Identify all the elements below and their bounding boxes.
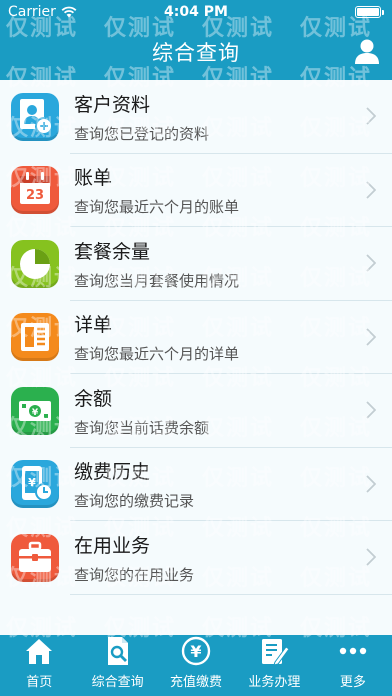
- page-title: 综合查询: [152, 41, 240, 65]
- battery-icon: [355, 6, 384, 18]
- tab-more[interactable]: 更多: [314, 635, 392, 696]
- chevron-right-icon: [366, 474, 376, 493]
- status-bar: Carrier 4:04 PM: [0, 0, 392, 24]
- svg-text:¥: ¥: [28, 476, 36, 489]
- list-item[interactable]: 套餐余量 查询您当月套餐使用情况: [0, 227, 392, 301]
- carrier-name: Carrier: [8, 4, 56, 20]
- chevron-right-icon: [366, 327, 376, 346]
- list-item[interactable]: 23 账单 查询您最近六个月的账单: [0, 154, 392, 227]
- list-item-texts: 余额 查询您当前话费余额: [74, 384, 209, 438]
- yuan-icon: ¥: [180, 635, 212, 667]
- query-list: 客户资料 查询您已登记的资料 23 账单 查询您最近六个月的账单 套餐余量 查询…: [0, 80, 392, 635]
- list-item-title: 套餐余量: [74, 240, 151, 263]
- row-divider: [70, 593, 392, 595]
- list-item-texts: 缴费历史 查询您的缴费记录: [74, 457, 194, 511]
- svg-text:¥: ¥: [190, 642, 201, 661]
- tab-yuan[interactable]: ¥ 充值缴费: [157, 635, 235, 696]
- chevron-right-icon: [366, 107, 376, 125]
- svg-text:¥: ¥: [32, 408, 39, 418]
- tab-label: 综合查询: [91, 675, 144, 690]
- chevron-right-icon: [366, 548, 376, 566]
- list-item-texts: 账单 查询您最近六个月的账单: [74, 163, 239, 217]
- list-item-subtitle: 查询您当前话费余额: [74, 418, 210, 437]
- wifi-icon: [61, 6, 77, 18]
- query-icon: [102, 635, 134, 667]
- tab-label: 充值缴费: [170, 675, 223, 690]
- list-item-subtitle: 查询您的在用业务: [74, 565, 195, 584]
- list-item-title: 余额: [74, 387, 113, 410]
- battery-fill: [357, 8, 379, 16]
- tab-bar: 首页 综合查询 ¥ 充值缴费 业务办理 更多: [0, 635, 392, 696]
- tab-home[interactable]: 首页: [0, 635, 78, 696]
- profile-icon: [11, 92, 59, 141]
- list-item-title: 在用业务: [74, 534, 151, 557]
- payment-history-icon: ¥: [11, 460, 59, 509]
- tab-edit[interactable]: 业务办理: [235, 635, 313, 696]
- svg-text:23: 23: [26, 188, 44, 203]
- more-icon: [337, 635, 369, 667]
- carrier-group: Carrier: [8, 4, 77, 20]
- tab-query[interactable]: 综合查询: [78, 635, 156, 696]
- list-item-texts: 客户资料 查询您已登记的资料: [74, 90, 209, 144]
- list-item-texts: 在用业务 查询您的在用业务: [74, 531, 194, 585]
- list-item-title: 缴费历史: [74, 461, 151, 484]
- list-item-texts: 详单 查询您最近六个月的详单: [74, 310, 239, 364]
- tab-label: 首页: [26, 675, 53, 690]
- edit-icon: [258, 635, 291, 667]
- document-icon: [11, 313, 59, 362]
- user-icon[interactable]: [352, 36, 382, 66]
- list-item-title: 账单: [74, 167, 113, 190]
- calendar-icon: 23: [11, 166, 59, 215]
- list-item[interactable]: 在用业务 查询您的在用业务: [0, 521, 392, 595]
- list-item[interactable]: 详单 查询您最近六个月的详单: [0, 301, 392, 374]
- list-item-title: 客户资料: [74, 93, 151, 116]
- list-item[interactable]: ¥ 缴费历史 查询您的缴费记录: [0, 448, 392, 521]
- list-item-subtitle: 查询您最近六个月的详单: [74, 345, 240, 364]
- briefcase-icon: [11, 533, 59, 582]
- chevron-right-icon: [366, 180, 376, 199]
- tab-label: 业务办理: [248, 675, 301, 690]
- home-icon: [23, 635, 55, 667]
- chevron-right-icon: [366, 401, 376, 419]
- chevron-right-icon: [366, 254, 376, 272]
- money-icon: ¥: [11, 386, 59, 435]
- list-item-subtitle: 查询您的缴费记录: [74, 492, 195, 511]
- tab-label: 更多: [339, 675, 366, 690]
- nav-bar: 综合查询: [0, 24, 392, 80]
- list-item-texts: 套餐余量 查询您当月套餐使用情况: [74, 237, 239, 291]
- list-item[interactable]: 客户资料 查询您已登记的资料: [0, 80, 392, 154]
- list-item-title: 详单: [74, 314, 113, 337]
- list-item[interactable]: ¥ 余额 查询您当前话费余额: [0, 374, 392, 448]
- list-item-subtitle: 查询您当月套餐使用情况: [74, 271, 240, 290]
- pie-chart-icon: [11, 239, 59, 288]
- list-item-subtitle: 查询您已登记的资料: [74, 124, 210, 143]
- list-item-subtitle: 查询您最近六个月的账单: [74, 198, 240, 217]
